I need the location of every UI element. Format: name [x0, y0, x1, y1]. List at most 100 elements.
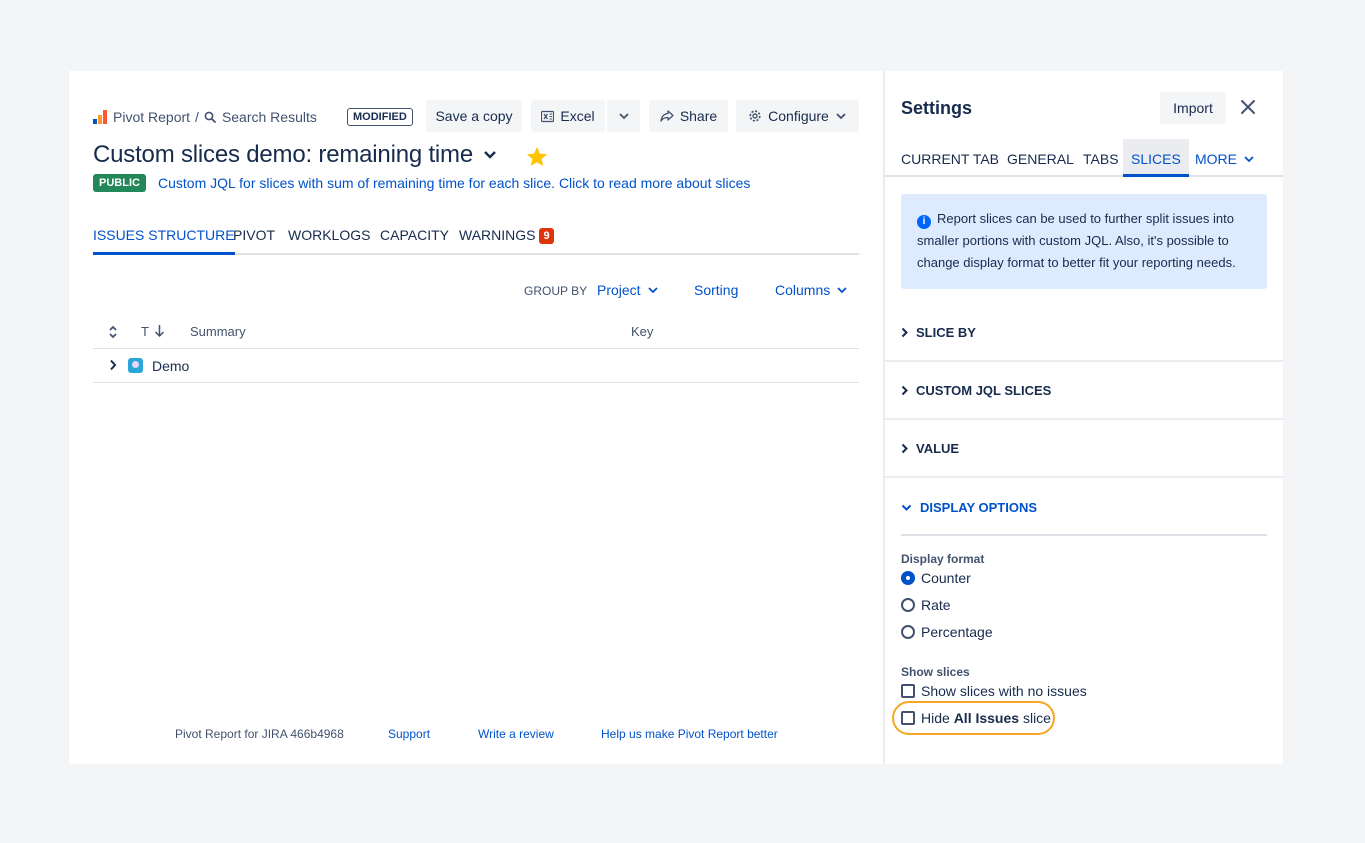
warnings-count-badge: 9 — [539, 228, 554, 244]
import-button[interactable]: Import — [1160, 92, 1226, 124]
format-counter-label: Counter — [921, 570, 971, 586]
column-summary[interactable]: Summary — [190, 324, 246, 339]
save-copy-label: Save a copy — [435, 108, 513, 124]
configure-label: Configure — [768, 108, 829, 124]
chevron-right-icon — [901, 385, 908, 396]
format-counter-option[interactable]: Counter — [901, 570, 971, 586]
tab-warnings-label: WARNINGS — [459, 227, 536, 243]
configure-button[interactable]: Configure — [736, 100, 859, 132]
footer-feedback-link[interactable]: Help us make Pivot Report better — [601, 727, 778, 741]
section-custom-jql-label: CUSTOM JQL SLICES — [916, 383, 1052, 398]
table-header: T Summary Key — [93, 320, 859, 349]
report-main: Pivot Report / Search Results MODIFIED S… — [69, 71, 883, 764]
gear-icon — [749, 110, 761, 122]
report-menu-chevron-icon[interactable] — [483, 150, 497, 160]
section-custom-jql-header: CUSTOM JQL SLICES — [901, 383, 1051, 398]
excel-icon — [541, 110, 555, 122]
section-custom-jql[interactable]: CUSTOM JQL SLICES — [885, 362, 1283, 420]
tab-pivot[interactable]: PIVOT — [233, 225, 275, 253]
chevron-down-icon — [618, 113, 629, 120]
breadcrumb-app[interactable]: Pivot Report — [113, 109, 190, 125]
hide-all-issues-checkbox[interactable] — [901, 711, 915, 725]
app-frame: Pivot Report / Search Results MODIFIED S… — [69, 71, 1283, 764]
tab-warnings[interactable]: WARNINGS 9 — [459, 225, 554, 253]
report-title: Custom slices demo: remaining time — [93, 141, 474, 168]
modified-badge: MODIFIED — [347, 108, 413, 126]
close-icon[interactable] — [1240, 99, 1256, 115]
sorting-button[interactable]: Sorting — [694, 282, 738, 298]
hide-all-prefix: Hide — [921, 710, 950, 726]
export-options-button[interactable] — [607, 100, 640, 132]
column-key[interactable]: Key — [631, 324, 653, 339]
share-button[interactable]: Share — [649, 100, 728, 132]
settings-tab-more[interactable]: MORE — [1195, 151, 1255, 167]
format-rate-radio[interactable] — [901, 598, 915, 612]
hide-all-issues-option[interactable]: Hide All Issues slice — [901, 710, 1051, 726]
breadcrumb-separator: / — [195, 109, 199, 125]
report-tabs: ISSUES STRUCTURE PIVOT WORKLOGS CAPACITY… — [93, 225, 859, 255]
footer-version: Pivot Report for JIRA 466b4968 — [175, 727, 344, 741]
excel-label: Excel — [560, 108, 595, 124]
format-rate-option[interactable]: Rate — [901, 597, 951, 613]
format-percentage-radio[interactable] — [901, 625, 915, 639]
tab-capacity[interactable]: CAPACITY — [380, 225, 449, 253]
settings-tab-tabs[interactable]: TABS — [1083, 151, 1119, 167]
chevron-down-icon — [837, 287, 847, 294]
excel-button[interactable]: Excel — [531, 100, 605, 132]
breadcrumb-search-results[interactable]: Search Results — [222, 109, 317, 125]
format-percentage-option[interactable]: Percentage — [901, 624, 993, 640]
expand-collapse-all-icon[interactable] — [108, 325, 118, 339]
columns-label: Columns — [775, 282, 831, 298]
row-summary[interactable]: Demo — [152, 358, 189, 374]
columns-dropdown[interactable]: Columns — [775, 282, 848, 298]
settings-tabs: CURRENT TAB GENERAL TABS SLICES MORE — [885, 139, 1283, 177]
group-by-value: Project — [597, 282, 641, 298]
format-counter-radio[interactable] — [901, 571, 915, 585]
share-icon — [660, 110, 674, 122]
save-copy-button[interactable]: Save a copy — [426, 100, 522, 132]
section-value-header: VALUE — [901, 441, 959, 456]
column-type[interactable]: T — [141, 324, 149, 339]
show-empty-slices-checkbox[interactable] — [901, 684, 915, 698]
chevron-right-icon[interactable] — [109, 359, 117, 371]
breadcrumb: Pivot Report / Search Results — [93, 108, 317, 126]
slices-info-panel: i Report slices can be used to further sp… — [901, 194, 1267, 289]
section-slice-by-label: SLICE BY — [916, 325, 976, 340]
chevron-down-icon — [901, 504, 912, 511]
footer-review-link[interactable]: Write a review — [478, 727, 554, 741]
hide-all-suffix: slice — [1022, 710, 1051, 726]
pivot-report-logo-icon — [93, 110, 107, 124]
section-display-options[interactable]: DISPLAY OPTIONS — [901, 500, 1037, 515]
settings-tab-slices[interactable]: SLICES — [1123, 139, 1189, 177]
group-by-dropdown[interactable]: Project — [597, 282, 659, 298]
chevron-right-icon — [901, 327, 908, 338]
footer-support-link[interactable]: Support — [388, 727, 430, 741]
tab-issues-structure[interactable]: ISSUES STRUCTURE — [93, 225, 235, 255]
group-by-label: GROUP BY — [524, 284, 588, 298]
section-slice-by[interactable]: SLICE BY — [885, 304, 1283, 362]
chevron-right-icon — [901, 443, 908, 454]
chevron-down-icon — [836, 113, 846, 120]
favorite-star-icon[interactable] — [525, 145, 549, 169]
sort-descending-icon[interactable] — [154, 324, 165, 338]
tab-worklogs[interactable]: WORKLOGS — [288, 225, 370, 253]
display-format-label: Display format — [901, 552, 985, 566]
sorting-label: Sorting — [694, 282, 739, 298]
settings-tab-general[interactable]: GENERAL — [1007, 151, 1074, 167]
settings-tab-more-label: MORE — [1195, 151, 1237, 167]
search-icon — [204, 111, 216, 123]
show-empty-slices-option[interactable]: Show slices with no issues — [901, 683, 1087, 699]
chevron-down-icon — [647, 287, 658, 294]
report-description-link[interactable]: Custom JQL for slices with sum of remain… — [158, 175, 750, 191]
hide-all-bold: All Issues — [953, 710, 1020, 726]
format-percentage-label: Percentage — [921, 624, 993, 640]
section-slice-by-header: SLICE BY — [901, 325, 976, 340]
project-avatar-icon — [128, 358, 143, 373]
settings-tab-current[interactable]: CURRENT TAB — [901, 151, 999, 167]
settings-panel: Settings Import CURRENT TAB GENERAL TABS… — [885, 71, 1283, 764]
hide-all-issues-label: Hide All Issues slice — [921, 710, 1051, 726]
section-value-label: VALUE — [916, 441, 960, 456]
display-options-divider — [901, 534, 1267, 536]
section-value[interactable]: VALUE — [885, 420, 1283, 478]
report-title-row: Custom slices demo: remaining time — [93, 141, 497, 169]
